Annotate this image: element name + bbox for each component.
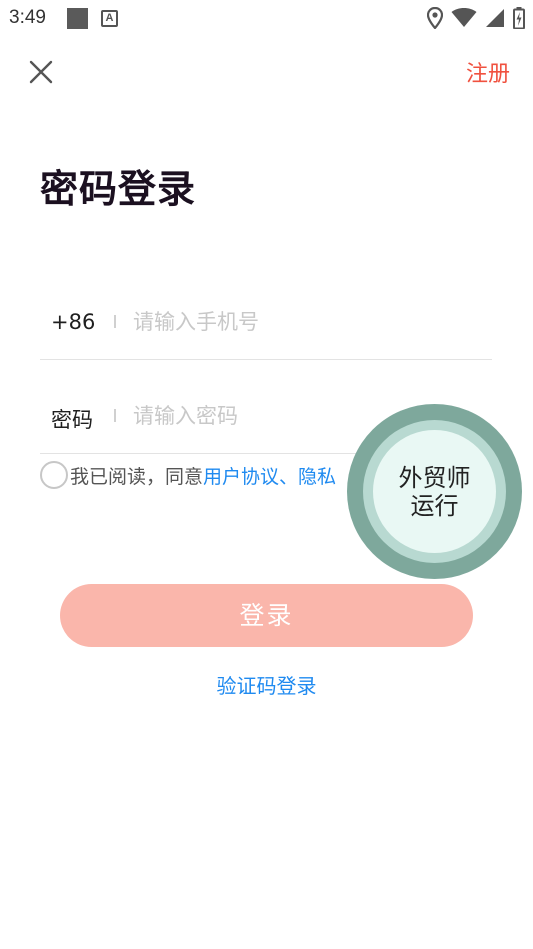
login-button[interactable]: 登录 (60, 584, 473, 647)
agreement-row: 我已阅读，同意 用户协议、隐私 (40, 460, 336, 490)
floating-assistant-bubble[interactable]: 外贸师 运行 (347, 404, 522, 579)
user-agreement-link[interactable]: 用户协议、隐私 (203, 462, 336, 489)
notification-app-icon: A (101, 10, 118, 27)
status-bar: 3:49 A (0, 0, 533, 36)
bubble-line-2: 运行 (410, 491, 459, 520)
phone-input[interactable] (133, 304, 463, 340)
agreement-checkbox[interactable] (40, 461, 68, 489)
agreement-text: 我已阅读，同意 (70, 465, 204, 488)
bubble-core: 外贸师 运行 (373, 430, 496, 553)
close-button[interactable] (28, 59, 54, 85)
bubble-text: 外贸师 运行 (390, 464, 480, 520)
notification-square-icon (67, 8, 88, 29)
field-divider (114, 315, 116, 328)
password-label: 密码 (51, 408, 93, 432)
signal-icon (486, 9, 504, 27)
field-divider (114, 409, 116, 422)
sms-code-login-link[interactable]: 验证码登录 (0, 670, 533, 699)
status-icons (427, 6, 525, 30)
location-icon (427, 7, 443, 29)
status-time: 3:49 (9, 7, 46, 28)
close-icon (29, 60, 53, 84)
phone-field: +86 (40, 298, 492, 360)
bubble-line-1: 外贸师 (398, 463, 471, 492)
country-code-prefix[interactable]: +86 (51, 310, 95, 334)
register-link[interactable]: 注册 (466, 56, 510, 88)
battery-icon (513, 7, 525, 29)
bubble-ring: 外贸师 运行 (363, 420, 506, 563)
page-title: 密码登录 (40, 167, 197, 211)
wifi-icon (451, 8, 477, 27)
